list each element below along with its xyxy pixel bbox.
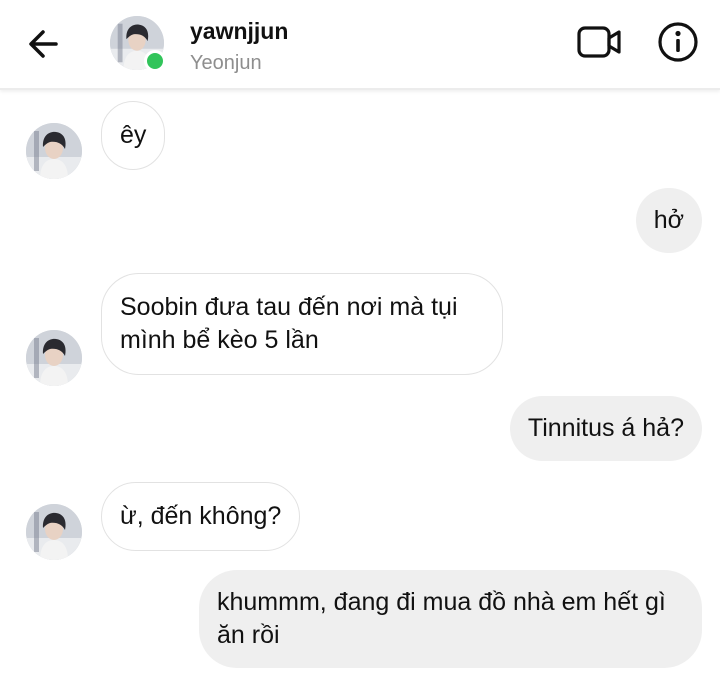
video-call-button[interactable] xyxy=(576,22,622,62)
conversation-info-button[interactable] xyxy=(656,20,700,64)
sender-avatar[interactable] xyxy=(26,123,82,179)
sender-avatar[interactable] xyxy=(26,504,82,560)
video-camera-icon xyxy=(577,26,621,58)
chat-display-name: Yeonjun xyxy=(190,52,262,74)
outgoing-message-bubble[interactable]: Tinnitus á hả? xyxy=(509,396,702,461)
back-button[interactable] xyxy=(22,24,66,64)
incoming-message-bubble[interactable]: Soobin đưa tau đến nơi mà tụi mình bể kè… xyxy=(101,273,503,375)
online-status-dot xyxy=(144,50,166,72)
incoming-message-bubble[interactable]: ừ, đến không? xyxy=(101,482,301,551)
incoming-message-bubble[interactable]: êy xyxy=(101,101,166,170)
outgoing-message-bubble[interactable]: khummm, đang đi mua đồ nhà em hết gì ăn … xyxy=(199,570,702,668)
chat-username[interactable]: yawnjjun xyxy=(190,18,288,45)
arrow-left-icon xyxy=(29,30,58,58)
info-circle-icon xyxy=(658,22,698,62)
outgoing-message-bubble[interactable]: hở xyxy=(635,188,702,253)
sender-avatar[interactable] xyxy=(26,330,82,386)
chat-header: yawnjjun Yeonjun xyxy=(0,0,720,90)
